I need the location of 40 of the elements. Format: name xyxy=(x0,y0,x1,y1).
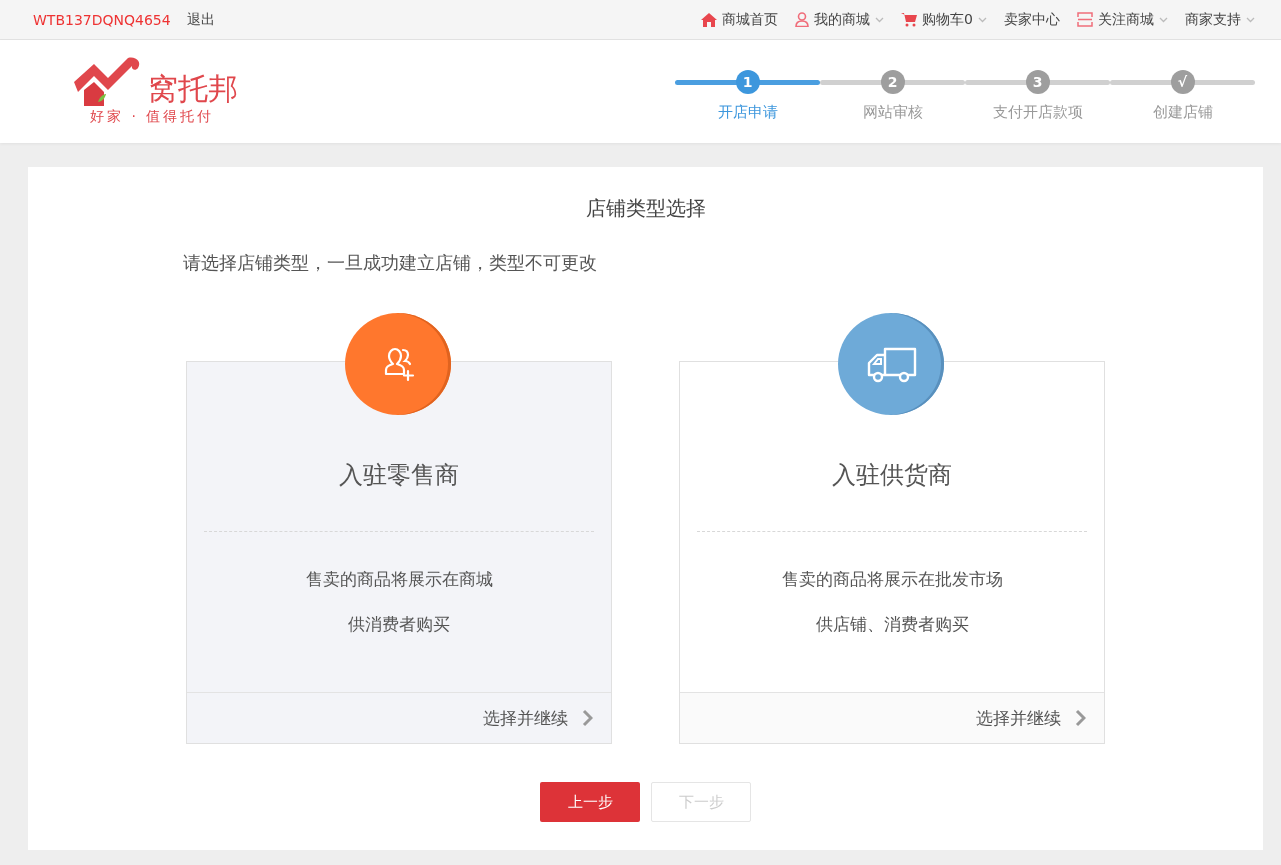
step-number: 2 xyxy=(880,70,905,94)
card-description: 供消费者购买 xyxy=(348,613,450,635)
logout-link[interactable]: 退出 xyxy=(186,10,215,29)
nav-link[interactable]: 卖家中心 xyxy=(1004,10,1060,29)
panel-title: 店铺类型选择 xyxy=(585,195,706,222)
step-number: 3 xyxy=(1025,70,1050,94)
home-icon xyxy=(701,12,718,27)
logo-slogan: 好家 · 值得托付 xyxy=(90,107,215,126)
caret-icon xyxy=(875,16,885,23)
step-label: 创建店铺 xyxy=(1152,103,1213,122)
caret-icon xyxy=(1159,16,1168,23)
step-number: 1 xyxy=(735,70,760,94)
nav-link[interactable]: 商城首页 xyxy=(722,10,779,29)
nav-link[interactable]: 关注商城 xyxy=(1098,10,1154,29)
step-label: 网站审核 xyxy=(862,103,923,122)
store-type-card[interactable]: 入驻供货商 售卖的商品将展示在批发市场 供店铺、消费者购买 选择并继续 xyxy=(679,361,1105,744)
nav-link[interactable]: 购物车0 xyxy=(922,10,973,29)
user-icon xyxy=(795,12,810,27)
select-continue-link[interactable]: 选择并继续 xyxy=(483,706,568,730)
logo-name: 窝托邦 xyxy=(148,71,238,106)
account-id[interactable]: WTB137DQNQ4654 xyxy=(33,11,171,28)
card-title: 入驻供货商 xyxy=(832,460,952,491)
card-description: 供店铺、消费者购买 xyxy=(815,613,969,635)
chevron-right-icon xyxy=(582,709,593,727)
previous-step-button[interactable]: 上一步 xyxy=(540,782,640,822)
card-title: 入驻零售商 xyxy=(339,460,459,491)
notice-text: 请选择店铺类型，一旦成功建立店铺，类型不可更改 xyxy=(183,251,597,275)
select-continue-link[interactable]: 选择并继续 xyxy=(976,706,1061,730)
step-label: 支付开店款项 xyxy=(992,103,1083,122)
store-type-card[interactable]: 入驻零售商 售卖的商品将展示在商城 供消费者购买 选择并继续 xyxy=(186,361,612,744)
caret-icon xyxy=(1246,16,1255,23)
card-description: 售卖的商品将展示在商城 xyxy=(305,568,493,590)
nav-link[interactable]: 我的商城 xyxy=(814,10,871,29)
card-description: 售卖的商品将展示在批发市场 xyxy=(781,568,1003,590)
cart-icon xyxy=(901,12,918,27)
step-label: 开店申请 xyxy=(717,103,778,122)
step-number: √ xyxy=(1170,70,1195,94)
chevron-right-icon xyxy=(1075,709,1086,727)
caret-icon xyxy=(978,16,987,23)
nav-link[interactable]: 商家支持 xyxy=(1185,10,1241,29)
